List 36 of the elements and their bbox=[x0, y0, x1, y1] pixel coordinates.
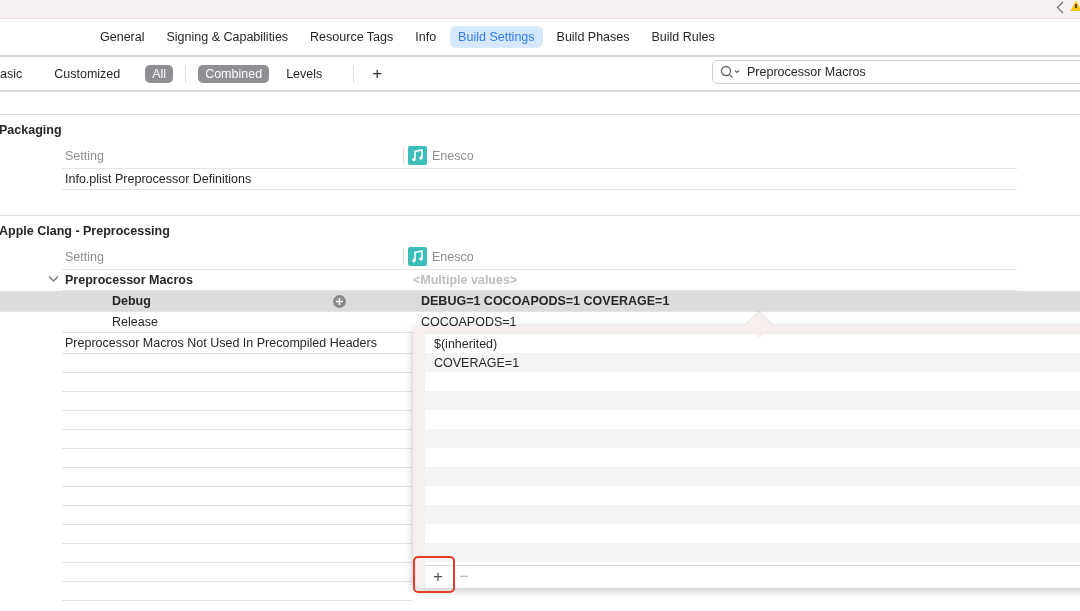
setting-value: DEBUG=1 COCOAPODS=1 COVERAGE=1 bbox=[420, 294, 670, 308]
tab[interactable]: Build Rules bbox=[643, 26, 723, 48]
back-chevron-icon[interactable] bbox=[1056, 1, 1064, 14]
column-header: Setting bbox=[64, 148, 105, 163]
setting-name: Preprocessor Macros Not Used In Precompiled Headers bbox=[64, 336, 378, 350]
configuration-name: Release bbox=[111, 315, 159, 329]
music-note-icon bbox=[408, 146, 427, 165]
search-field[interactable]: Preprocessor Macros bbox=[712, 60, 1080, 84]
tab[interactable]: Build Phases bbox=[548, 26, 638, 48]
target-name: Enesco bbox=[432, 249, 474, 264]
view-button[interactable]: Levels bbox=[279, 64, 330, 83]
chevron-icon[interactable] bbox=[48, 275, 59, 283]
setting-name: Info.plist Preprocessor Definitions bbox=[64, 172, 253, 186]
tab[interactable]: Info bbox=[407, 26, 445, 48]
column-header: Setting bbox=[64, 249, 105, 264]
list-item[interactable]: COVERAGE=1 bbox=[434, 355, 520, 370]
add-button[interactable]: + bbox=[425, 567, 451, 587]
setting-value: COCOAPODS=1 bbox=[420, 315, 517, 329]
setting-row[interactable]: Debug DEBUG=1 COCOAPODS=1 COVERAGE=1 bbox=[0, 291, 1080, 312]
add-button[interactable]: + bbox=[368, 63, 387, 84]
configuration-name: Debug bbox=[111, 294, 152, 308]
setting-name: Preprocessor Macros bbox=[64, 273, 194, 287]
section-title: Packaging bbox=[0, 123, 62, 137]
tab[interactable]: General bbox=[92, 26, 153, 48]
filter-button[interactable]: asic bbox=[0, 64, 30, 83]
tab[interactable]: Signing & Capabilities bbox=[158, 26, 297, 48]
tab[interactable]: Resource Tags bbox=[302, 26, 402, 48]
setting-value: <Multiple values> bbox=[412, 273, 518, 287]
section-title: Apple Clang - Preprocessing bbox=[0, 224, 170, 238]
warning-icon[interactable] bbox=[1070, 0, 1080, 12]
music-note-icon bbox=[408, 247, 427, 266]
search-icon bbox=[720, 65, 740, 79]
target-name: Enesco bbox=[432, 148, 474, 163]
plus-circle-icon[interactable] bbox=[333, 294, 346, 308]
list-item[interactable]: $(inherited) bbox=[434, 336, 498, 351]
filter-button[interactable]: Customized bbox=[47, 64, 128, 83]
